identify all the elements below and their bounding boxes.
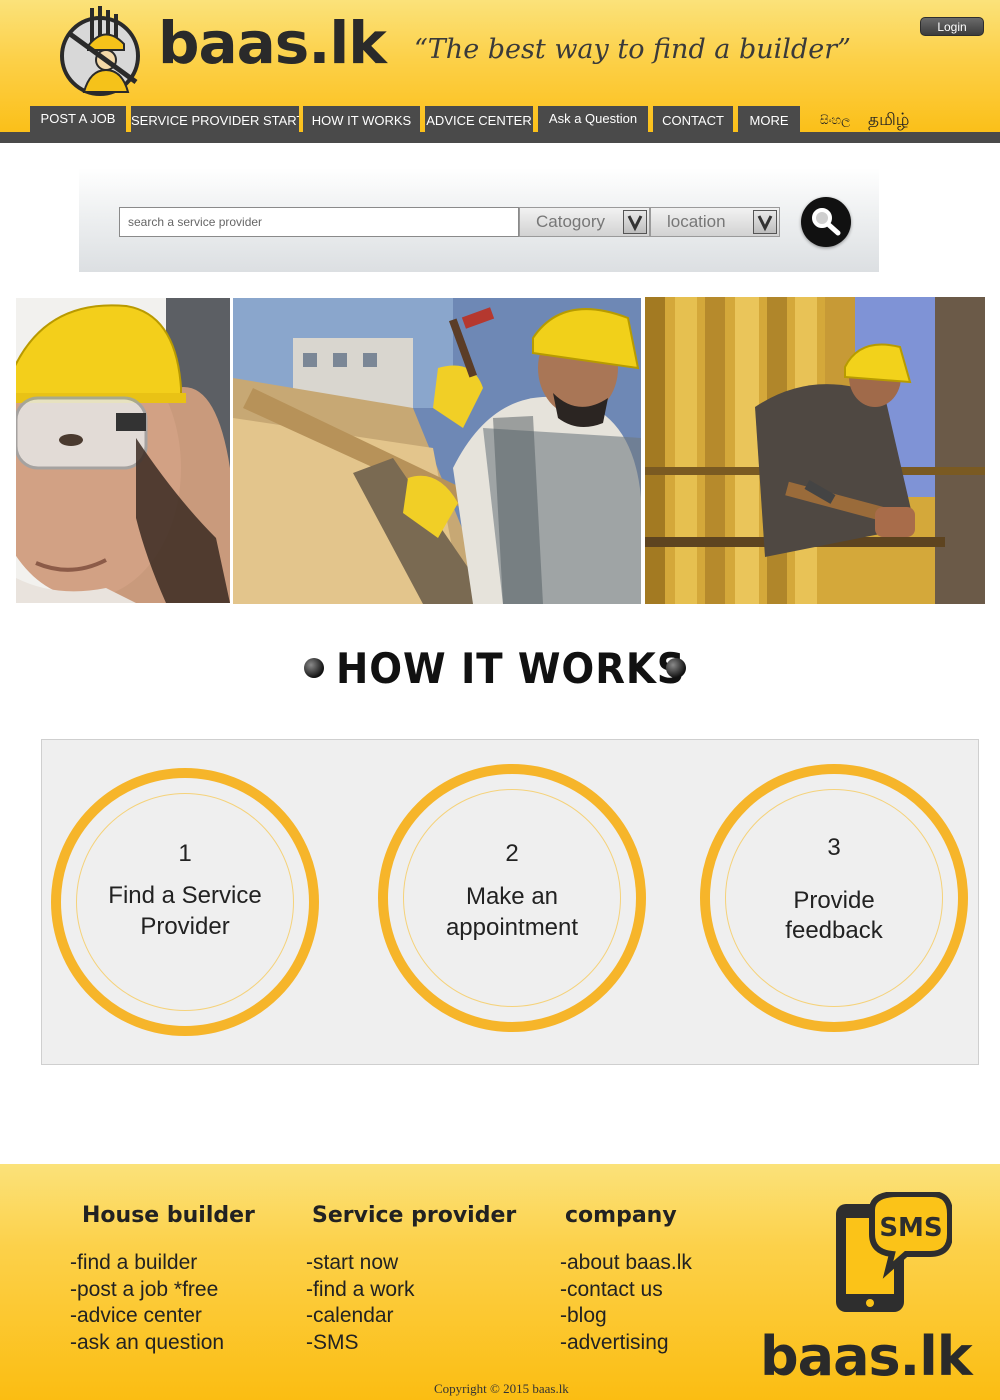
search-button[interactable]: [801, 197, 851, 247]
how-it-works-title: HOW IT WORKS: [336, 644, 686, 693]
language-sinhala-link[interactable]: සිංහල: [820, 113, 850, 128]
bullet-dot-icon: [304, 658, 324, 678]
step-label-line1: Make an: [465, 883, 559, 910]
location-select-label: location: [667, 212, 726, 231]
hero-photo-worker-scaffold: [645, 297, 985, 604]
footer-heading-company: company: [565, 1203, 677, 1228]
builder-logo-icon[interactable]: [60, 4, 155, 99]
step-label-line2: Provider: [140, 913, 230, 940]
footer-link[interactable]: -post a job *free: [70, 1277, 224, 1304]
step-number: 1: [178, 840, 192, 867]
footer-links-service-provider: -start now -find a work -calendar -SMS: [306, 1250, 415, 1356]
category-select-label: Catogory: [536, 212, 605, 231]
footer-link[interactable]: -blog: [560, 1303, 692, 1330]
footer-link[interactable]: -about baas.lk: [560, 1250, 692, 1277]
search-input[interactable]: [119, 207, 519, 237]
step-label-line1: Find a Service: [108, 882, 262, 909]
footer-link[interactable]: -contact us: [560, 1277, 692, 1304]
category-select[interactable]: Catogory: [519, 207, 650, 237]
footer-link[interactable]: -start now: [306, 1250, 415, 1277]
hero-photo-worker-hammer: [233, 298, 641, 604]
footer-link[interactable]: -advice center: [70, 1303, 224, 1330]
chevron-down-icon[interactable]: [623, 210, 647, 234]
footer-link[interactable]: -SMS: [306, 1330, 415, 1357]
logo-wordmark[interactable]: baas.lk: [158, 14, 387, 72]
footer-heading-house-builder: House builder: [82, 1203, 255, 1228]
sms-label: SMS: [879, 1213, 942, 1243]
site-header: baas.lk “The best way to find a builder”…: [0, 0, 1000, 143]
header-divider: [0, 132, 1000, 143]
hero-photo-worker-goggles: [16, 298, 230, 603]
chevron-down-icon[interactable]: [753, 210, 777, 234]
footer-links-company: -about baas.lk -contact us -blog -advert…: [560, 1250, 692, 1356]
footer-heading-service-provider: Service provider: [312, 1203, 517, 1228]
step-number: 3: [827, 834, 841, 861]
step-label-line2: appointment: [445, 914, 579, 941]
footer-link[interactable]: -advertising: [560, 1330, 692, 1357]
search-icon: [812, 208, 841, 236]
site-footer: House builder Service provider company -…: [0, 1164, 1000, 1400]
step-label-line1: Provide: [793, 887, 875, 914]
footer-logo-wordmark[interactable]: baas.lk: [760, 1330, 973, 1384]
footer-links-house-builder: -find a builder -post a job *free -advic…: [70, 1250, 224, 1356]
step-label-line2: feedback: [785, 917, 883, 944]
how-it-works-heading: HOW IT WORKS: [300, 640, 690, 700]
footer-link[interactable]: -calendar: [306, 1303, 415, 1330]
search-panel: Catogory location: [79, 168, 879, 272]
tagline: “The best way to find a builder”: [414, 34, 851, 65]
login-button[interactable]: Login: [920, 17, 984, 36]
step-make-appointment: 2 Make an appointment: [378, 764, 646, 1032]
how-it-works-steps: 1 Find a Service Provider 2 Make an appo…: [41, 739, 979, 1065]
footer-link[interactable]: -ask an question: [70, 1330, 224, 1357]
step-number: 2: [505, 840, 519, 867]
bullet-dot-icon: [666, 658, 686, 678]
footer-link[interactable]: -find a work: [306, 1277, 415, 1304]
step-provide-feedback: 3 Provide feedback: [700, 764, 968, 1032]
location-select[interactable]: location: [650, 207, 780, 237]
step-find-service-provider: 1 Find a Service Provider: [51, 768, 319, 1036]
copyright-text: Copyright © 2015 baas.lk: [434, 1381, 569, 1396]
footer-link[interactable]: -find a builder: [70, 1250, 224, 1277]
language-tamil-link[interactable]: தமிழ்: [868, 110, 910, 132]
sms-phone-icon[interactable]: SMS: [832, 1191, 953, 1314]
